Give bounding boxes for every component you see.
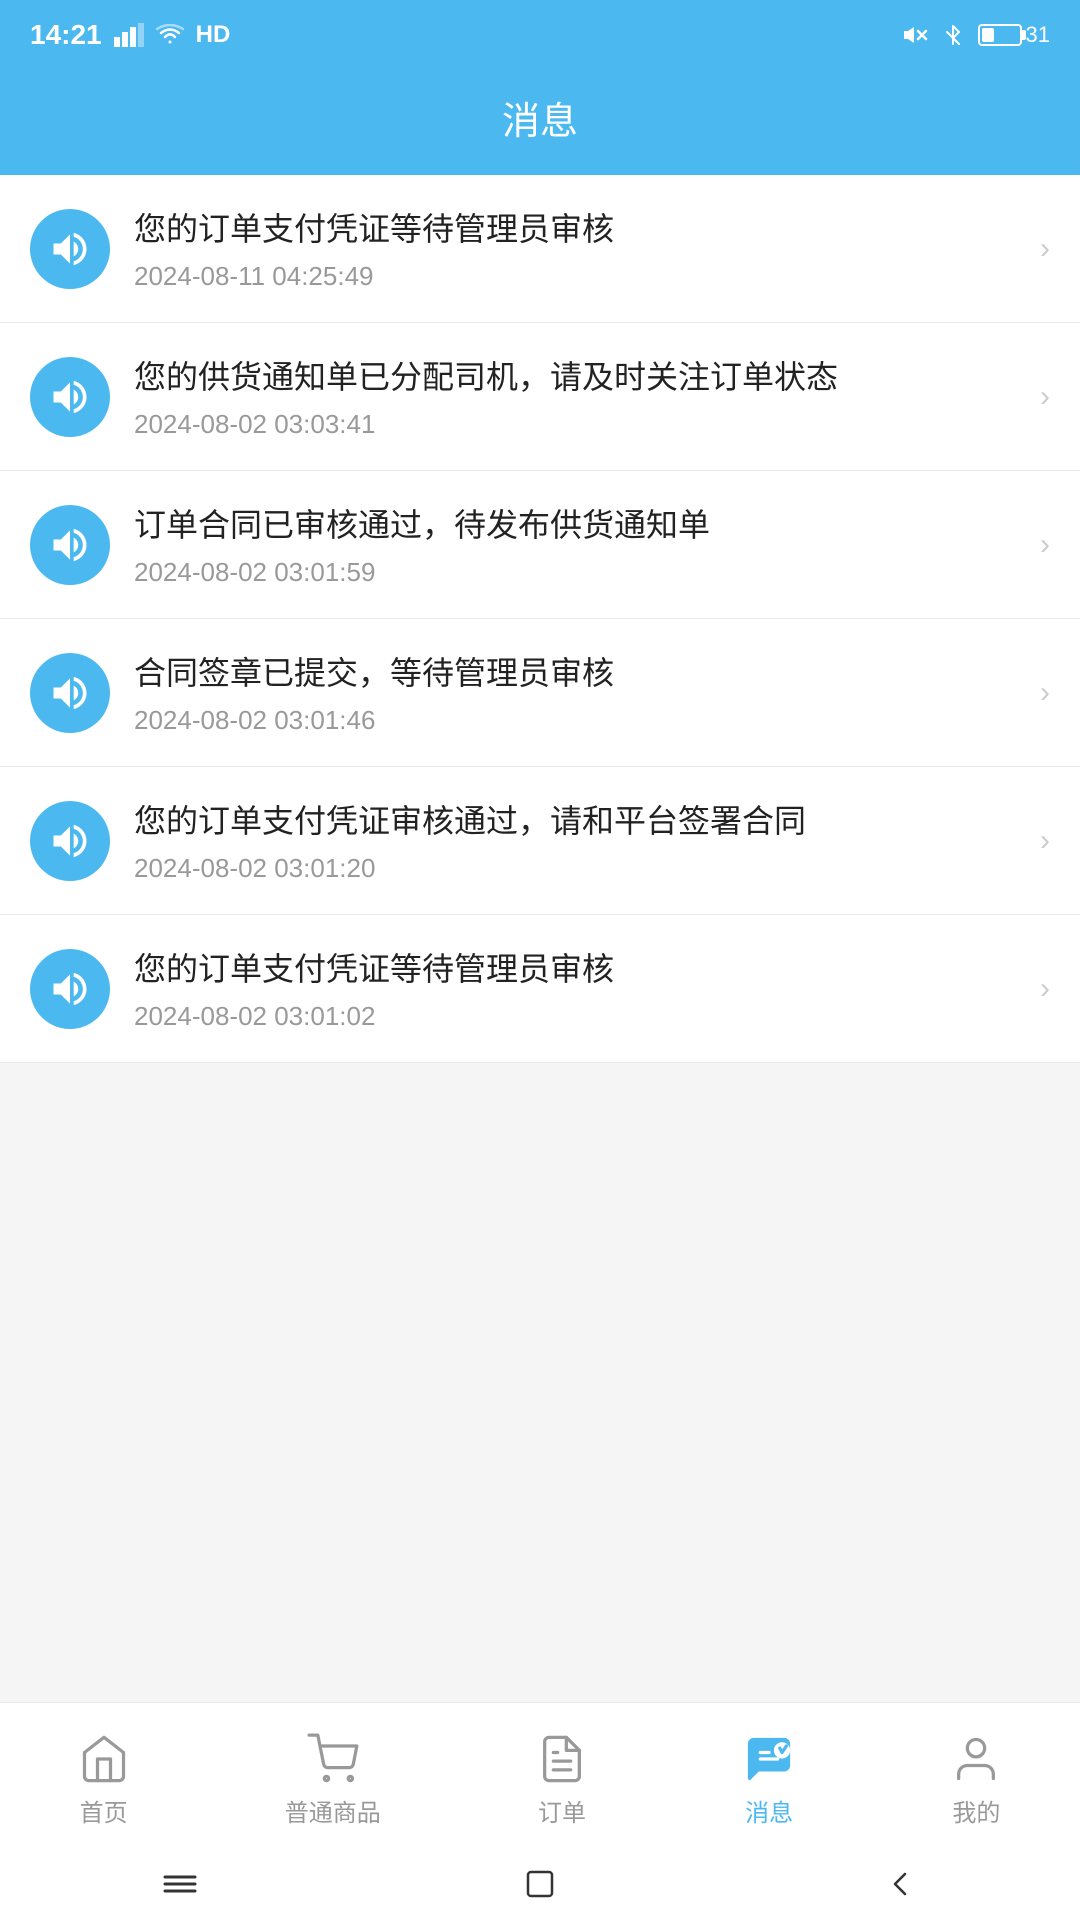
battery-level: 31 [1026, 22, 1050, 48]
message-arrow-3: › [1040, 528, 1050, 562]
message-time-3: 2024-08-02 03:01:59 [134, 557, 1024, 588]
message-icon-3 [30, 505, 110, 585]
nav-label-messages: 消息 [745, 1793, 793, 1828]
speaker-icon [48, 819, 92, 863]
message-item-2[interactable]: 您的供货通知单已分配司机，请及时关注订单状态 2024-08-02 03:03:… [0, 323, 1080, 471]
nav-label-orders: 订单 [538, 1793, 586, 1828]
nav-home-button[interactable] [520, 1864, 560, 1904]
message-content-5: 您的订单支付凭证审核通过，请和平台签署合同 2024-08-02 03:01:2… [134, 797, 1024, 884]
nav-back-button[interactable] [880, 1864, 920, 1904]
message-time-1: 2024-08-11 04:25:49 [134, 261, 1024, 292]
message-title-4: 合同签章已提交，等待管理员审核 [134, 649, 1024, 697]
message-time-2: 2024-08-02 03:03:41 [134, 409, 1024, 440]
message-content-4: 合同签章已提交，等待管理员审核 2024-08-02 03:01:46 [134, 649, 1024, 736]
message-time-5: 2024-08-02 03:01:20 [134, 853, 1024, 884]
nav-item-products[interactable]: 普通商品 [265, 1723, 401, 1838]
nav-item-profile[interactable]: 我的 [930, 1723, 1022, 1838]
message-title-6: 您的订单支付凭证等待管理员审核 [134, 945, 1024, 993]
message-item-1[interactable]: 您的订单支付凭证等待管理员审核 2024-08-11 04:25:49 › [0, 175, 1080, 323]
message-item-6[interactable]: 您的订单支付凭证等待管理员审核 2024-08-02 03:01:02 › [0, 915, 1080, 1063]
message-title-3: 订单合同已审核通过，待发布供货通知单 [134, 501, 1024, 549]
message-content-2: 您的供货通知单已分配司机，请及时关注订单状态 2024-08-02 03:03:… [134, 353, 1024, 440]
message-arrow-4: › [1040, 676, 1050, 710]
message-time-6: 2024-08-02 03:01:02 [134, 1001, 1024, 1032]
nav-menu-button[interactable] [160, 1864, 200, 1904]
message-content-6: 您的订单支付凭证等待管理员审核 2024-08-02 03:01:02 [134, 945, 1024, 1032]
home-icon [78, 1733, 130, 1785]
battery-indicator: 31 [978, 22, 1050, 48]
message-arrow-1: › [1040, 232, 1050, 266]
message-arrow-6: › [1040, 972, 1050, 1006]
mute-icon [900, 23, 928, 47]
message-arrow-2: › [1040, 380, 1050, 414]
status-bar: 14:21 HD 31 [0, 0, 1080, 70]
profile-icon [950, 1733, 1002, 1785]
page-title: 消息 [502, 101, 578, 143]
message-content-1: 您的订单支付凭证等待管理员审核 2024-08-11 04:25:49 [134, 205, 1024, 292]
speaker-icon [48, 523, 92, 567]
message-title-5: 您的订单支付凭证审核通过，请和平台签署合同 [134, 797, 1024, 845]
nav-item-orders[interactable]: 订单 [516, 1723, 608, 1838]
message-item-4[interactable]: 合同签章已提交，等待管理员审核 2024-08-02 03:01:46 › [0, 619, 1080, 767]
speaker-icon [48, 375, 92, 419]
orders-icon [536, 1733, 588, 1785]
bluetooth-icon [942, 24, 964, 46]
speaker-icon [48, 671, 92, 715]
message-icon-6 [30, 949, 110, 1029]
nav-label-products: 普通商品 [285, 1793, 381, 1828]
message-title-1: 您的订单支付凭证等待管理员审核 [134, 205, 1024, 253]
hd-badge: HD [196, 21, 231, 49]
message-time-4: 2024-08-02 03:01:46 [134, 705, 1024, 736]
message-title-2: 您的供货通知单已分配司机，请及时关注订单状态 [134, 353, 1024, 401]
message-content-3: 订单合同已审核通过，待发布供货通知单 2024-08-02 03:01:59 [134, 501, 1024, 588]
nav-label-home: 首页 [80, 1793, 128, 1828]
status-bar-right: 31 [900, 22, 1050, 48]
time-display: 14:21 [30, 19, 102, 51]
signal-icon [114, 23, 144, 47]
message-item-3[interactable]: 订单合同已审核通过，待发布供货通知单 2024-08-02 03:01:59 › [0, 471, 1080, 619]
message-item-5[interactable]: 您的订单支付凭证审核通过，请和平台签署合同 2024-08-02 03:01:2… [0, 767, 1080, 915]
message-icon-1 [30, 209, 110, 289]
system-navigation [0, 1848, 1080, 1920]
nav-label-profile: 我的 [952, 1793, 1000, 1828]
nav-item-home[interactable]: 首页 [58, 1723, 150, 1838]
bottom-navigation: 首页 普通商品 订单 [0, 1702, 1080, 1920]
message-list: 您的订单支付凭证等待管理员审核 2024-08-11 04:25:49 › 您的… [0, 175, 1080, 1063]
nav-item-messages[interactable]: 消息 [723, 1723, 815, 1838]
messages-icon [743, 1733, 795, 1785]
speaker-icon [48, 967, 92, 1011]
speaker-icon [48, 227, 92, 271]
message-icon-4 [30, 653, 110, 733]
message-arrow-5: › [1040, 824, 1050, 858]
status-bar-left: 14:21 HD [30, 19, 230, 51]
wifi-icon [156, 24, 184, 46]
page-header: 消息 [0, 70, 1080, 175]
message-icon-5 [30, 801, 110, 881]
message-icon-2 [30, 357, 110, 437]
products-icon [307, 1733, 359, 1785]
